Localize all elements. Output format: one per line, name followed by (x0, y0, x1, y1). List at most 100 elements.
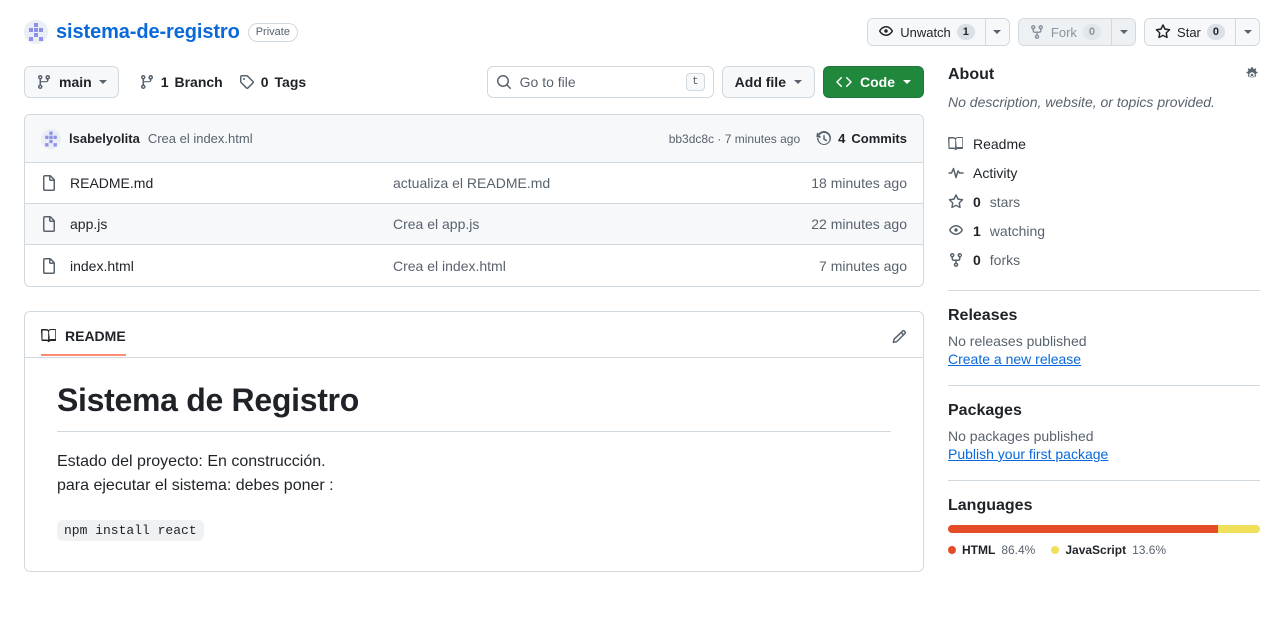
languages-section: Languages HTML 86.4% JavaScript 13.6% (948, 480, 1260, 573)
packages-title: Packages (948, 402, 1022, 419)
sidebar-item-watching[interactable]: 1 watching (948, 216, 1260, 245)
language-percent: 86.4% (1001, 543, 1036, 557)
publish-package-link[interactable]: Publish your first package (948, 446, 1108, 462)
packages-header: Packages (948, 402, 1260, 420)
add-file-button[interactable]: Add file (721, 66, 815, 98)
table-row[interactable]: app.js Crea el app.js 22 minutes ago (25, 204, 923, 245)
file-name-link[interactable]: app.js (70, 216, 107, 232)
tags-count: 0 (260, 74, 269, 90)
book-icon (948, 136, 964, 152)
toolbar-right: Go to file t Add file Code (486, 66, 924, 98)
commit-author-link[interactable]: lsabelyolita (69, 131, 140, 146)
file-name-cell: README.md (41, 175, 393, 191)
repo-action-buttons: Unwatch 1 Fork 0 Star 0 (867, 18, 1260, 46)
stars-label: stars (989, 193, 1021, 210)
star-label: Star (1177, 24, 1201, 40)
star-dropdown-button[interactable] (1235, 19, 1259, 45)
sidebar-item-activity[interactable]: Activity (948, 158, 1260, 187)
tags-label: Tags (274, 74, 307, 90)
language-bar-segment-javascript[interactable] (1217, 525, 1260, 533)
activity-icon (948, 165, 964, 181)
tab-readme-label: README (65, 328, 126, 344)
go-to-file-shortcut-key: t (686, 73, 705, 91)
repo-title-wrap: sistema-de-registro Private (24, 20, 867, 44)
branch-icon (139, 74, 155, 90)
sidebar-item-stars[interactable]: 0 stars (948, 187, 1260, 216)
code-brackets-icon (836, 74, 852, 90)
search-icon (496, 74, 512, 90)
packages-section: Packages No packages published Publish y… (948, 385, 1260, 480)
go-to-file-input[interactable]: Go to file t (486, 66, 714, 98)
repo-identicon-avatar (24, 20, 48, 44)
commit-hash-and-time[interactable]: bb3dc8c · 7 minutes ago (669, 132, 800, 146)
chevron-down-icon (98, 80, 107, 84)
status-badge-visibility: Private (247, 22, 298, 42)
table-row[interactable]: README.md actualiza el README.md 18 minu… (25, 163, 923, 204)
file-icon (41, 257, 57, 274)
sidebar-item-forks[interactable]: 0 forks (948, 245, 1260, 274)
sidebar-item-label: Readme (973, 135, 1026, 152)
fork-count: 0 (1082, 24, 1102, 40)
commit-hash: bb3dc8c (668, 131, 715, 146)
language-legend-item[interactable]: HTML 86.4% (948, 543, 1035, 557)
chevron-down-icon (1243, 30, 1252, 34)
branch-selector-button[interactable]: main (24, 66, 119, 98)
sidebar-item-label: Activity (973, 164, 1018, 181)
file-commit-time: 7 minutes ago (819, 257, 907, 274)
file-icon (41, 216, 57, 232)
watch-button-group[interactable]: Unwatch 1 (867, 18, 1010, 46)
language-percent: 13.6% (1132, 543, 1167, 557)
eye-icon (948, 223, 964, 239)
code-button[interactable]: Code (823, 66, 924, 98)
branches-count-link[interactable]: 1 Branch (139, 74, 223, 90)
unwatch-label: Unwatch (900, 24, 951, 40)
releases-section: Releases No releases published Create a … (948, 290, 1260, 385)
language-bar-segment-html[interactable] (948, 525, 1218, 533)
table-row[interactable]: index.html Crea el index.html 7 minutes … (25, 245, 923, 286)
file-commit-message[interactable]: Crea el app.js (393, 216, 811, 232)
watch-dropdown-button[interactable] (984, 19, 1009, 45)
about-description: No description, website, or topics provi… (948, 94, 1215, 110)
languages-legend: HTML 86.4% JavaScript 13.6% (948, 543, 1260, 557)
tab-readme[interactable]: README (41, 328, 126, 356)
book-icon (41, 328, 57, 344)
stars-count: 0 (973, 193, 981, 210)
tags-count-link[interactable]: 0 Tags (239, 74, 306, 90)
file-name-link[interactable]: README.md (70, 175, 153, 191)
watching-label: watching (989, 222, 1046, 239)
create-release-link[interactable]: Create a new release (948, 351, 1081, 367)
watching-count: 1 (973, 222, 981, 239)
file-name-cell: app.js (41, 216, 393, 232)
unwatch-button[interactable]: Unwatch 1 (868, 19, 985, 45)
fork-dropdown-button[interactable] (1111, 19, 1136, 45)
sidebar-item-readme[interactable]: Readme (948, 129, 1260, 158)
chevron-down-icon (903, 80, 911, 84)
tag-icon (239, 74, 255, 90)
edit-readme-button[interactable] (891, 329, 907, 355)
commit-message-link[interactable]: Crea el index.html (148, 131, 253, 146)
commits-count-link[interactable]: 4 Commits (816, 130, 907, 147)
readme-content: Sistema de Registro Estado del proyecto:… (25, 358, 923, 571)
file-listing-box: lsabelyolita Crea el index.html bb3dc8c … (24, 114, 924, 287)
gear-icon[interactable] (1244, 67, 1260, 83)
file-commit-message[interactable]: actualiza el README.md (393, 175, 811, 191)
language-name: JavaScript (1065, 543, 1127, 557)
about-section: About No description, website, or topics… (948, 66, 1260, 290)
packages-empty-text: No packages published (948, 428, 1094, 444)
language-legend-item[interactable]: JavaScript 13.6% (1051, 543, 1166, 557)
star-icon (1155, 24, 1171, 40)
fork-icon (948, 252, 964, 268)
readme-heading: Sistema de Registro (57, 382, 891, 432)
file-name-link[interactable]: index.html (70, 258, 134, 274)
page-body: main 1 Branch 0 Tags Go to file t Add fi… (0, 66, 1284, 573)
file-commit-message[interactable]: Crea el index.html (393, 258, 819, 274)
star-button-group[interactable]: Star 0 (1144, 18, 1260, 46)
page-title[interactable]: sistema-de-registro (56, 21, 240, 44)
readme-code-snippet: npm install react (57, 520, 204, 541)
about-header: About (948, 66, 1260, 84)
fork-button[interactable]: Fork 0 (1018, 19, 1112, 45)
star-button[interactable]: Star 0 (1145, 19, 1235, 45)
main-column: main 1 Branch 0 Tags Go to file t Add fi… (24, 66, 924, 573)
fork-button-group[interactable]: Fork 0 (1017, 18, 1137, 46)
commits-count-label: Commits (851, 131, 907, 146)
